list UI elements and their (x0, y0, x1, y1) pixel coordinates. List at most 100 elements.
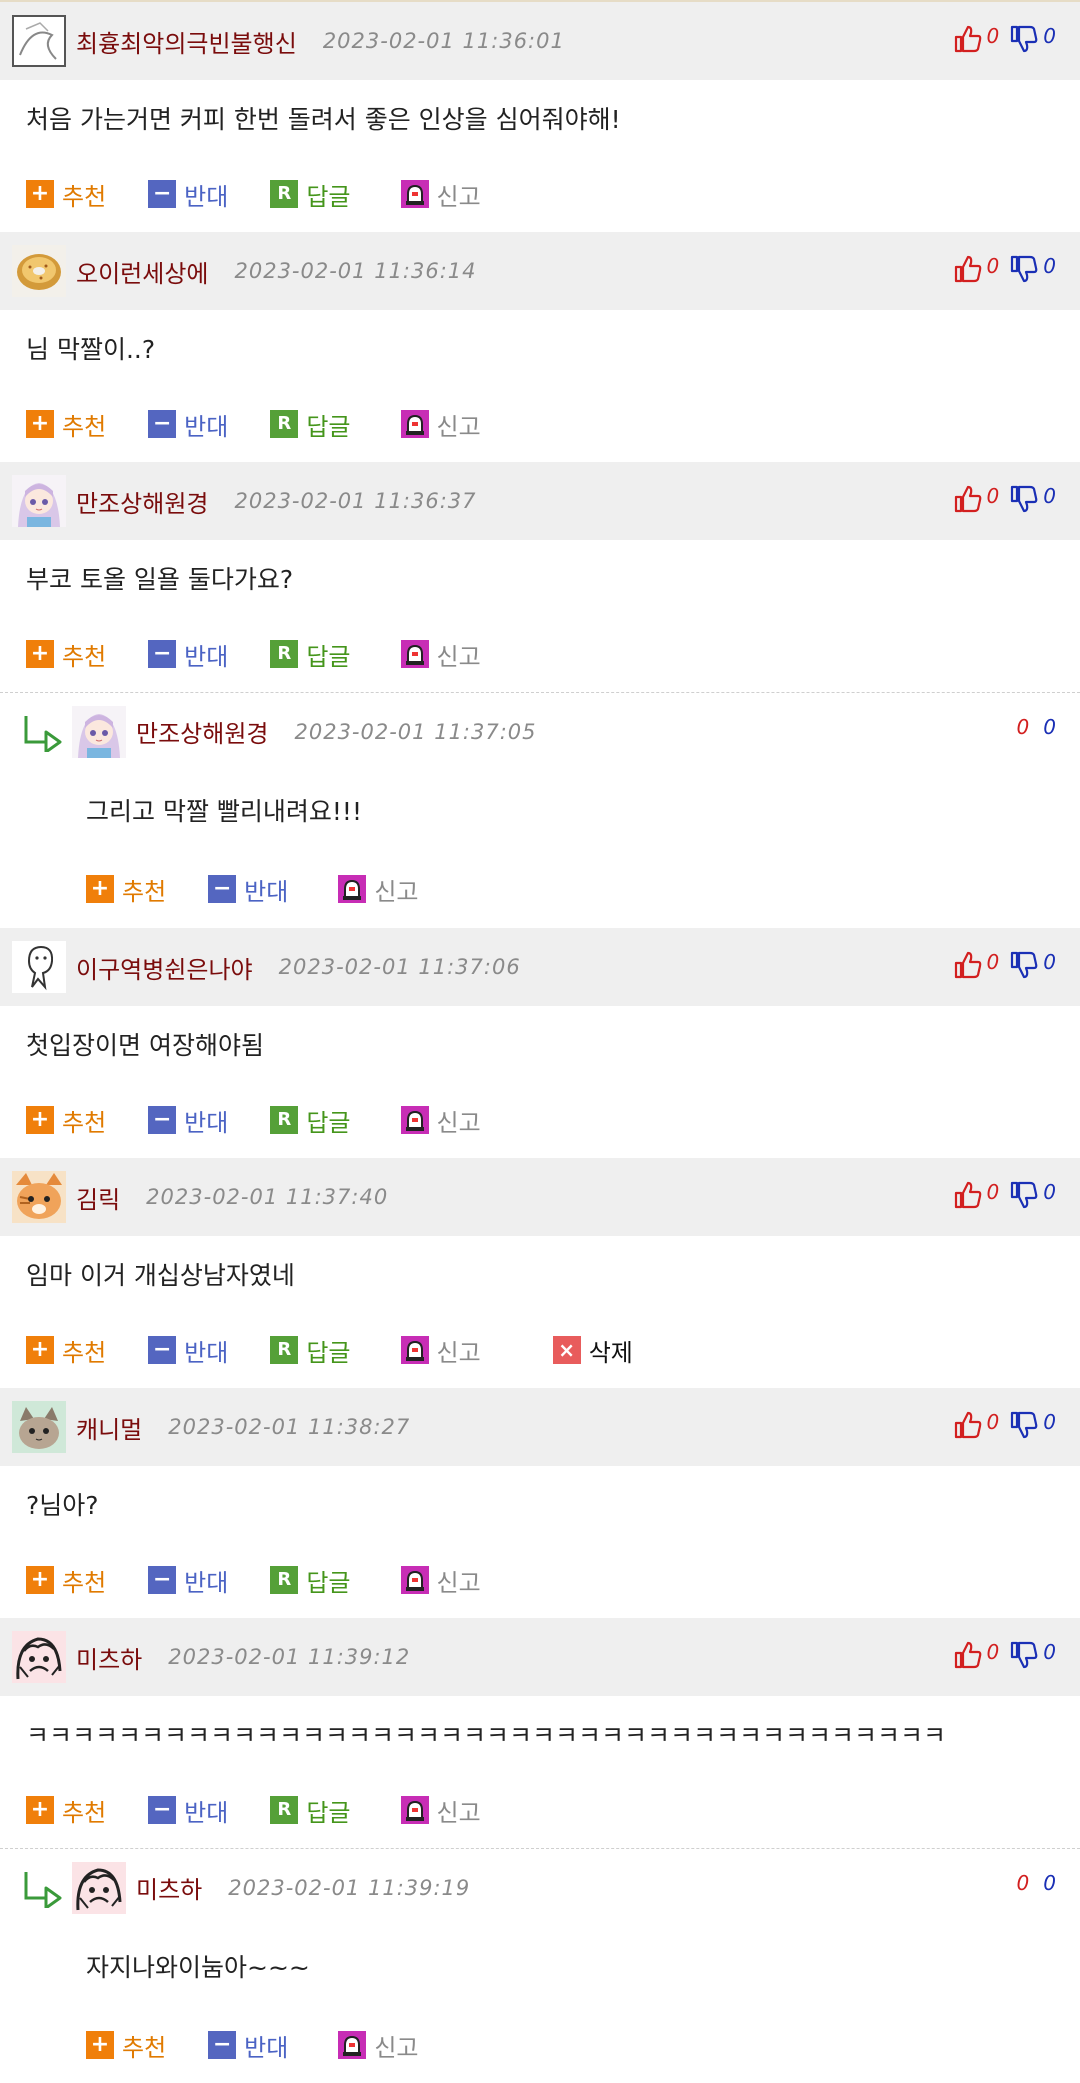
timestamp: 2023-02-01 11:37:06 (278, 955, 521, 979)
avatar-cat-mint-icon[interactable] (12, 1401, 66, 1453)
thumbs-down-icon[interactable] (1009, 1410, 1039, 1440)
delete-icon: × (552, 1336, 581, 1364)
thumbs-down-icon[interactable] (1009, 24, 1039, 54)
avatar-donut-icon[interactable] (12, 245, 66, 297)
comment-actions: + 추천 − 반대 신고 (0, 850, 1080, 928)
reply-label: 답글 (306, 642, 351, 671)
recommend-button[interactable]: + 추천 (26, 1103, 106, 1138)
thumbs-up-icon[interactable] (953, 1180, 983, 1210)
comment: 이구역병쉰은나야 2023-02-01 11:37:06 0 0 첫입장이면 여장해야됨… (0, 928, 1080, 1158)
report-label: 신고 (436, 182, 481, 211)
thumbs-up-icon[interactable] (953, 950, 983, 980)
siren-icon (400, 1336, 429, 1364)
report-button[interactable]: 신고 (400, 1563, 481, 1598)
nickname[interactable]: 미츠하 (136, 1870, 202, 1905)
report-button[interactable]: 신고 (338, 2028, 419, 2063)
avatar-sketch-face-icon[interactable] (72, 1861, 126, 1914)
recommend-button[interactable]: + 추천 (26, 1793, 106, 1828)
reply-button[interactable]: R 답글 (270, 1333, 351, 1368)
reply-button[interactable]: R 답글 (270, 1103, 351, 1138)
report-label: 신고 (436, 642, 481, 671)
recommend-button[interactable]: + 추천 (26, 1563, 106, 1598)
recommend-label: 추천 (62, 1798, 107, 1827)
report-label: 신고 (436, 1338, 481, 1367)
avatar-ghost-icon[interactable] (12, 941, 66, 993)
recommend-label: 추천 (62, 1338, 107, 1367)
oppose-button[interactable]: − 반대 (148, 1793, 228, 1828)
recommend-button[interactable]: + 추천 (26, 177, 106, 212)
nickname[interactable]: 캐니멀 (76, 1410, 142, 1445)
delete-button[interactable]: × 삭제 (552, 1333, 633, 1368)
avatar-sketch-face-icon[interactable] (12, 1631, 66, 1683)
oppose-button[interactable]: − 반대 (148, 1103, 228, 1138)
oppose-label: 반대 (184, 1568, 229, 1597)
recommend-button[interactable]: + 추천 (86, 872, 166, 907)
nickname[interactable]: 만조상해원경 (76, 484, 208, 519)
thumbs-down-icon[interactable] (1009, 1180, 1039, 1210)
oppose-button[interactable]: − 반대 (148, 407, 228, 442)
vote-counts: 00 (953, 254, 1056, 284)
recommend-button[interactable]: + 추천 (26, 407, 106, 442)
nickname[interactable]: 만조상해원경 (136, 714, 268, 749)
reply-icon: R (270, 640, 299, 668)
upvote-count: 0 (1016, 715, 1030, 739)
recommend-icon: + (26, 1106, 54, 1134)
avatar-sketch-icon[interactable] (12, 15, 66, 67)
comment-list: 최흉최악의극빈불행신 2023-02-01 11:36:01 0 0 처음 가는거면 커… (0, 0, 1080, 2083)
comment: 김릭 2023-02-01 11:37:40 0 0 임마 이거 개십상남자였네 + 추천 −… (0, 1158, 1080, 1388)
report-button[interactable]: 신고 (400, 1793, 481, 1828)
comment-header: 만조상해원경 2023-02-01 11:37:05 0 0 (0, 692, 1080, 770)
reply-icon: R (270, 1796, 299, 1824)
nickname[interactable]: 미츠하 (76, 1640, 142, 1675)
oppose-button[interactable]: − 반대 (148, 177, 228, 212)
comment: 미츠하 2023-02-01 11:39:12 0 0 ㅋㅋㅋㅋㅋㅋㅋㅋㅋㅋㅋㅋㅋㅋㅋㅋ… (0, 1618, 1080, 1848)
thumbs-up-icon[interactable] (953, 24, 983, 54)
recommend-button[interactable]: + 추천 (86, 2028, 166, 2063)
report-label: 신고 (374, 877, 419, 906)
vote-counts: 00 (1017, 715, 1056, 739)
oppose-button[interactable]: − 반대 (148, 1333, 228, 1368)
thumbs-up-icon[interactable] (953, 484, 983, 514)
report-button[interactable]: 신고 (400, 637, 481, 672)
reply-button[interactable]: R 답글 (270, 637, 351, 672)
oppose-button[interactable]: − 반대 (148, 1563, 228, 1598)
recommend-button[interactable]: + 추천 (26, 637, 106, 672)
avatar-anime-girl-icon[interactable] (12, 475, 66, 527)
thumbs-up-icon[interactable] (953, 254, 983, 284)
reply-button[interactable]: R 답글 (270, 1563, 351, 1598)
thumbs-down-icon[interactable] (1009, 484, 1039, 514)
thumbs-down-icon[interactable] (1009, 254, 1039, 284)
nickname[interactable]: 최흉최악의극빈불행신 (76, 24, 297, 59)
recommend-button[interactable]: + 추천 (26, 1333, 106, 1368)
thumbs-up-icon[interactable] (953, 1410, 983, 1440)
timestamp: 2023-02-01 11:39:19 (228, 1875, 471, 1900)
reply-button[interactable]: R 답글 (270, 407, 351, 442)
reply-button[interactable]: R 답글 (270, 177, 351, 212)
siren-icon (400, 180, 429, 208)
reply-icon: R (270, 1566, 299, 1594)
report-button[interactable]: 신고 (400, 1333, 481, 1368)
avatar-cat-icon[interactable] (12, 1171, 66, 1223)
nickname[interactable]: 오이런세상에 (76, 254, 208, 289)
delete-label: 삭제 (588, 1338, 633, 1367)
recommend-icon: + (26, 410, 54, 438)
report-button[interactable]: 신고 (400, 177, 481, 212)
nickname[interactable]: 김릭 (76, 1180, 120, 1215)
reply-button[interactable]: R 답글 (270, 1793, 351, 1828)
report-button[interactable]: 신고 (400, 1103, 481, 1138)
report-button[interactable]: 신고 (338, 872, 419, 907)
report-button[interactable]: 신고 (400, 407, 481, 442)
comment-actions: + 추천 − 반대 R 답글 신고 (0, 1542, 1080, 1618)
upvote-count: 0 (986, 1410, 1000, 1434)
oppose-button[interactable]: − 반대 (148, 637, 228, 672)
comment-header: 미츠하 2023-02-01 11:39:12 0 0 (0, 1618, 1080, 1696)
nickname[interactable]: 이구역병쉰은나야 (76, 950, 253, 985)
oppose-button[interactable]: − 반대 (208, 2028, 288, 2063)
reply-label: 답글 (306, 182, 351, 211)
avatar-anime-girl-icon[interactable] (72, 705, 126, 758)
thumbs-down-icon[interactable] (1009, 950, 1039, 980)
comment-actions: + 추천 − 반대 R 답글 신고 (0, 616, 1080, 692)
thumbs-up-icon[interactable] (953, 1640, 983, 1670)
thumbs-down-icon[interactable] (1009, 1640, 1039, 1670)
oppose-button[interactable]: − 반대 (208, 872, 288, 907)
